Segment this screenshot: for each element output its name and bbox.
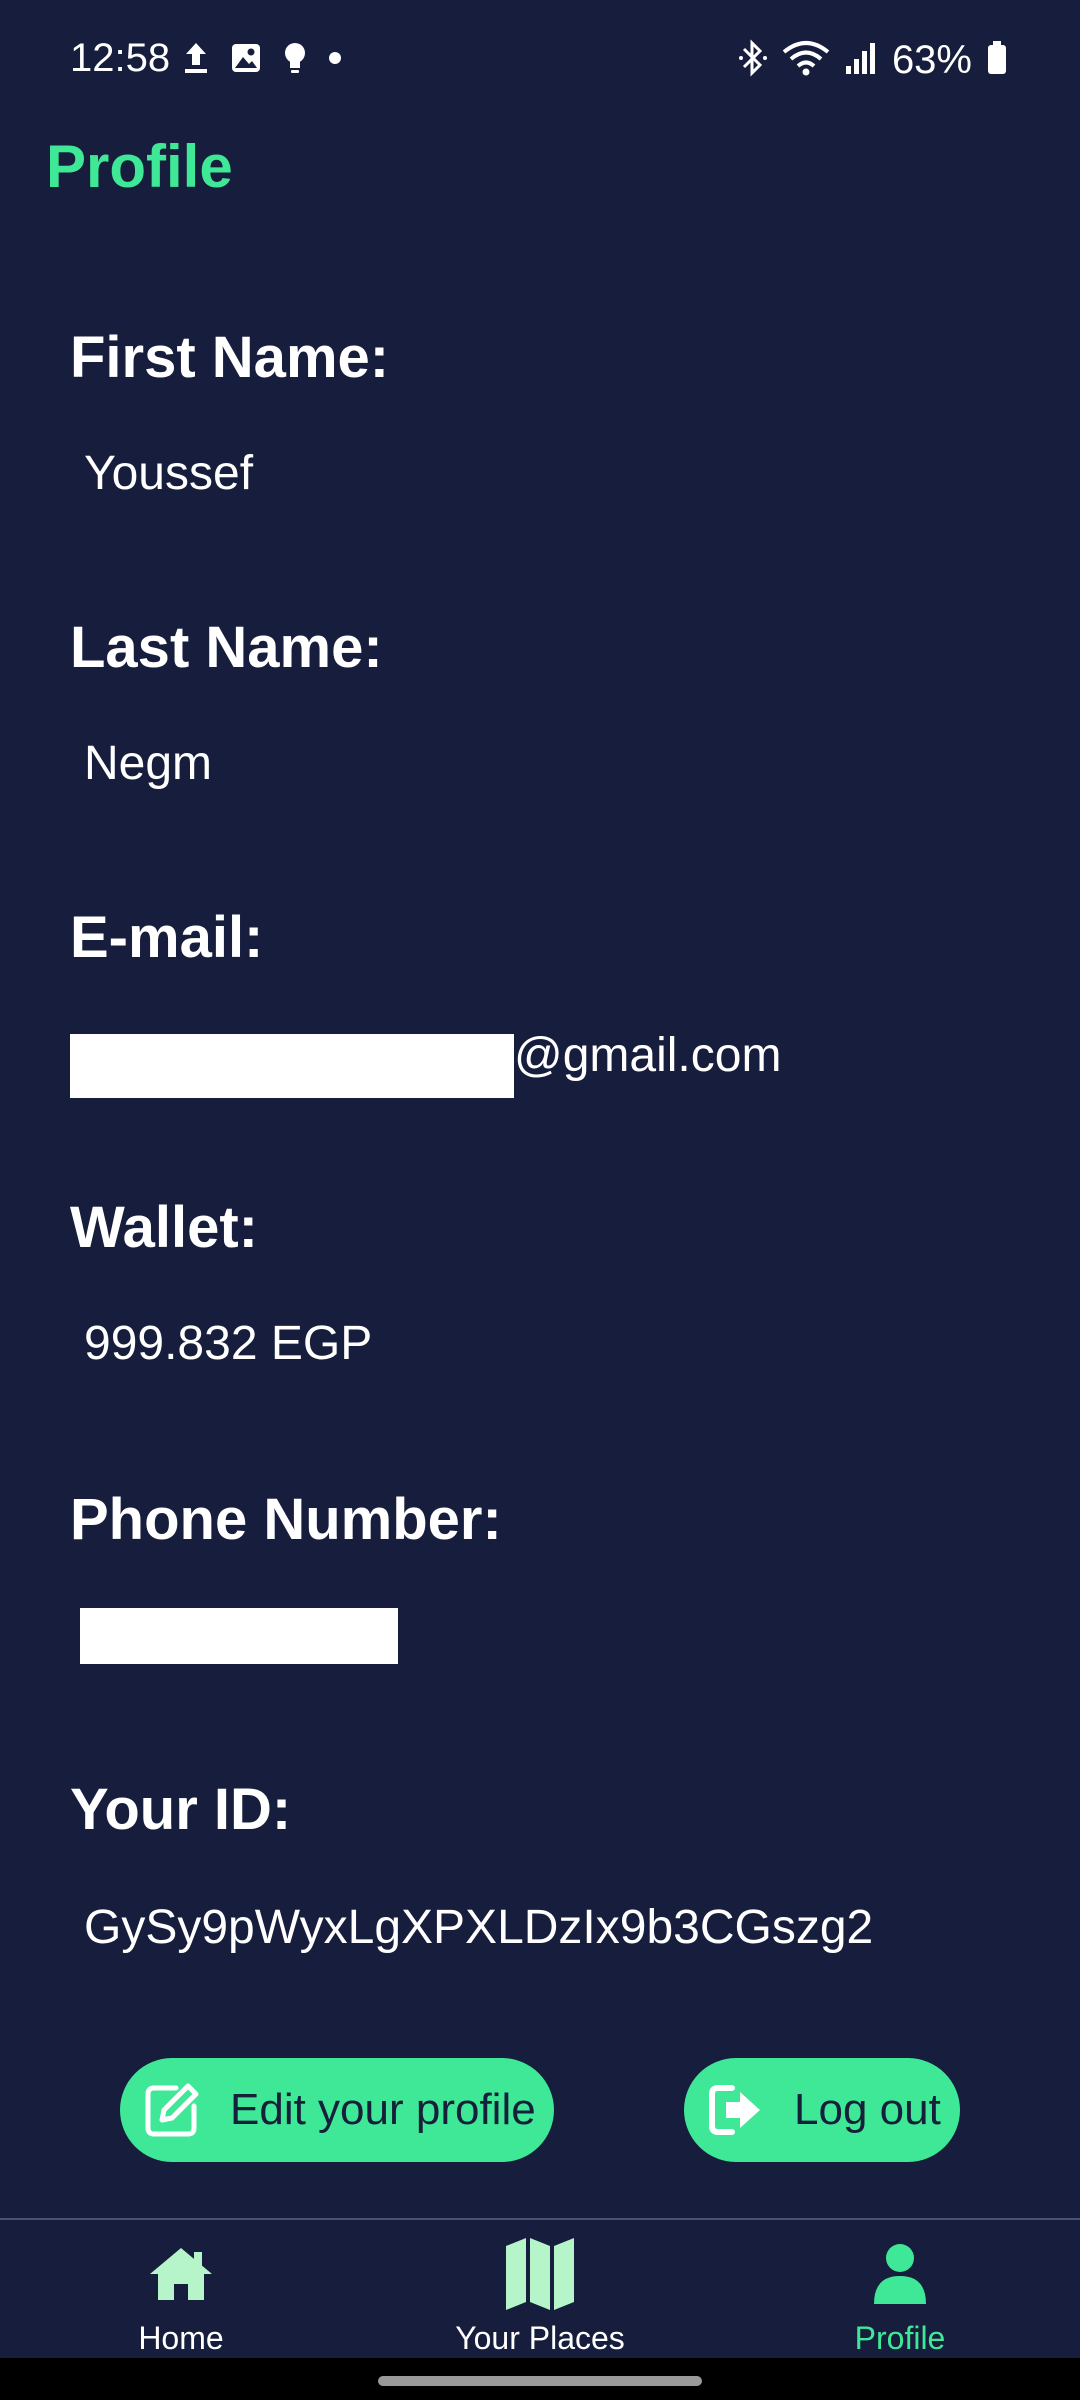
notification-icons: [182, 40, 342, 80]
nav-label-profile: Profile: [854, 2320, 946, 2356]
first-name-value: Youssef: [84, 447, 254, 500]
page-title: Profile: [46, 133, 233, 200]
phone-redaction: [80, 1608, 398, 1664]
wifi-icon: [782, 38, 830, 83]
id-label: Your ID:: [70, 1777, 292, 1842]
bottom-nav: Home Your Places Profile: [0, 2218, 1080, 2360]
battery-icon: [986, 40, 1008, 81]
logout-icon: [704, 2078, 768, 2142]
status-bar: 12:58 63%: [0, 0, 1080, 120]
image-icon: [230, 42, 262, 79]
gesture-handle[interactable]: [378, 2376, 702, 2386]
nav-item-your-places[interactable]: Your Places: [440, 2220, 640, 2360]
edit-profile-button[interactable]: Edit your profile: [120, 2058, 554, 2162]
person-icon: [870, 2234, 930, 2314]
status-time: 12:58: [70, 36, 171, 80]
edit-icon: [140, 2078, 204, 2142]
edit-profile-label: Edit your profile: [230, 2085, 536, 2134]
logout-button[interactable]: Log out: [684, 2058, 960, 2162]
nav-item-profile[interactable]: Profile: [830, 2220, 970, 2360]
email-redaction: [70, 1034, 514, 1098]
last-name-label: Last Name:: [70, 615, 383, 680]
bulb-icon: [282, 41, 308, 80]
logout-label: Log out: [794, 2085, 941, 2134]
dot-icon: [328, 51, 342, 70]
last-name-value: Negm: [84, 737, 213, 790]
phone-label: Phone Number:: [70, 1487, 502, 1552]
home-icon: [148, 2234, 214, 2314]
battery-percent: 63%: [891, 37, 972, 82]
nav-label-home: Home: [138, 2320, 224, 2356]
map-icon: [502, 2234, 578, 2314]
signal-icon: [844, 40, 878, 81]
first-name-label: First Name:: [70, 325, 390, 390]
id-value: GySy9pWyxLgXPXLDzIx9b3CGszg2: [84, 1901, 874, 1954]
gesture-bar: [0, 2358, 1080, 2400]
upload-icon: [182, 41, 210, 80]
nav-label-your-places: Your Places: [455, 2320, 625, 2356]
system-icons: 63%: [738, 36, 1008, 84]
wallet-value: 999.832 EGP: [84, 1317, 373, 1370]
nav-item-home[interactable]: Home: [106, 2220, 256, 2360]
email-label: E-mail:: [70, 905, 264, 970]
bluetooth-icon: [738, 38, 768, 83]
wallet-label: Wallet:: [70, 1195, 258, 1260]
email-value: @gmail.com: [514, 1029, 782, 1082]
